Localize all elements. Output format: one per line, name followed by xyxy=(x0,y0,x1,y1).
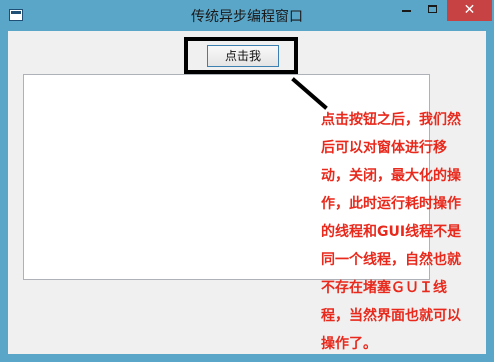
annotation-text: 点击按钮之后，我们然 后可以对窗体进行移 动，关闭，最大化的操 作，此时运行耗时… xyxy=(321,112,462,352)
app-window: 传统异步编程窗口 ✕ 点击我 点击按钮之后，我们然 后可以对窗体进行移 动，关闭… xyxy=(0,0,494,362)
